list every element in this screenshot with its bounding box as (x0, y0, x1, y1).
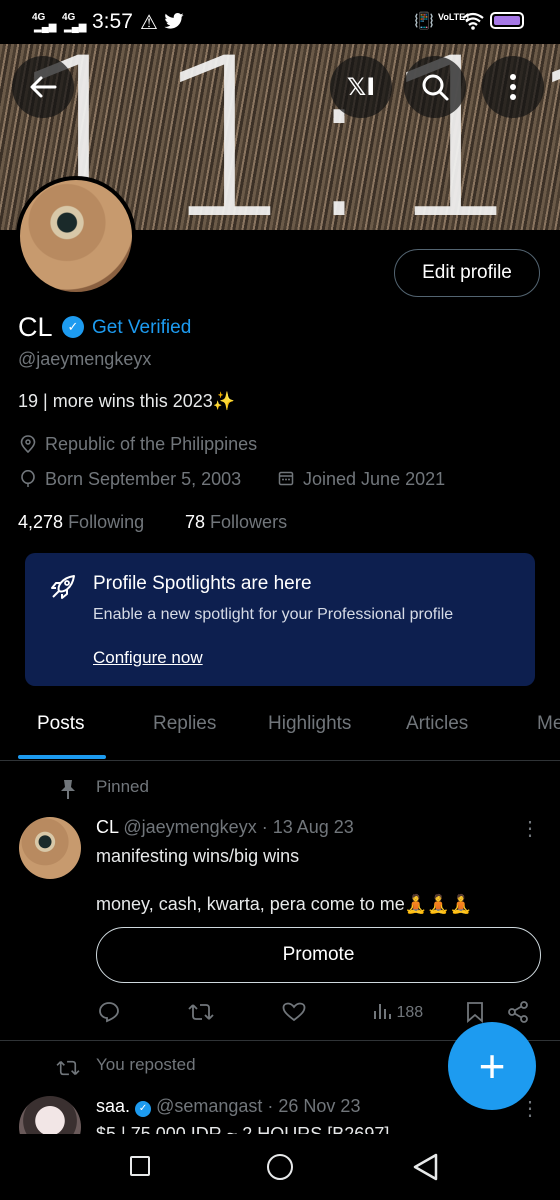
post-text-line-1: manifesting wins/big wins (96, 846, 300, 866)
back-triangle-icon[interactable] (412, 1152, 440, 1182)
share-icon[interactable] (506, 1000, 530, 1024)
more-options-button[interactable] (482, 56, 544, 118)
repost-author-name[interactable]: saa. (96, 1096, 130, 1116)
profile-name: CL (18, 312, 53, 342)
profile-bio: 19 | more wins this 2023✨ (18, 391, 236, 411)
followers-link[interactable]: 78 Followers (185, 512, 287, 533)
location-pin-icon (20, 435, 36, 453)
repost-indicator-icon (56, 1060, 80, 1076)
vibrate-icon: 📳 (414, 13, 434, 30)
views-count: 188 (396, 1004, 424, 1021)
wifi-icon (462, 12, 484, 30)
spotlight-card: Profile Spotlights are here Enable a new… (25, 553, 535, 686)
signal-1-icon: ▂▄▆ (34, 22, 57, 33)
following-label: Following (68, 512, 145, 532)
recents-square-icon[interactable] (130, 1156, 150, 1176)
reposted-label: You reposted (96, 1055, 196, 1074)
promote-button[interactable]: Promote (96, 927, 541, 983)
grok-button[interactable]: 𝕏I (330, 56, 392, 118)
post-text-line-2: money, cash, kwarta, pera come to me🧘🧘🧘 (96, 894, 473, 914)
profile-handle: @jaeymengkeyx (18, 349, 152, 369)
repost-header: saa. ✓ @semangast · 26 Nov 23 (96, 1096, 360, 1117)
profile-birthday: Born September 5, 2003 (45, 469, 242, 489)
repost-more-icon[interactable]: ⋮ (520, 1096, 540, 1121)
views-chart-icon (374, 1004, 391, 1019)
tab-media[interactable]: Me (537, 713, 560, 735)
kebab-menu-icon (510, 74, 516, 100)
status-bar: 4G ▂▄▆ 4G ▂▄▆ 3:57 ⚠ 📳 VoLTE1 (0, 0, 560, 44)
edit-profile-button[interactable]: Edit profile (394, 249, 540, 297)
repost-verified-icon: ✓ (135, 1101, 152, 1117)
repost-icon[interactable] (188, 1001, 214, 1023)
plus-icon: + (478, 1040, 506, 1092)
repost-date: · 26 Nov 23 (267, 1096, 361, 1116)
verified-badge-icon: ✓ (62, 316, 84, 338)
post-author-name[interactable]: CL (96, 817, 118, 837)
pin-icon (61, 780, 75, 799)
tab-posts[interactable]: Posts (37, 713, 85, 735)
spotlight-title: Profile Spotlights are here (93, 573, 312, 594)
post-date: · 13 Aug 23 (261, 817, 354, 837)
post-author-avatar[interactable] (19, 817, 81, 879)
bookmark-icon[interactable] (466, 1001, 484, 1023)
following-count: 4,278 (18, 512, 64, 532)
repost-text-preview: $5 | 75.000 IDR ~ 2 HOURS [B2697] (96, 1124, 390, 1134)
tab-replies[interactable]: Replies (153, 713, 216, 735)
balloon-icon (21, 470, 35, 487)
post-author-handle: @jaeymengkeyx (123, 817, 257, 837)
home-circle-icon[interactable] (267, 1154, 293, 1180)
reply-icon[interactable] (98, 1001, 120, 1023)
profile-joined: Joined June 2021 (303, 469, 446, 489)
signal-2-icon: ▂▄▆ (64, 22, 87, 33)
tab-articles[interactable]: Articles (406, 713, 468, 735)
post-header: CL @jaeymengkeyx · 13 Aug 23 (96, 817, 354, 838)
views-stat[interactable]: 188 (372, 1001, 423, 1022)
status-time: 3:57 (92, 10, 133, 33)
system-nav-bar (0, 1134, 560, 1200)
arrow-left-icon (30, 76, 57, 98)
tab-highlights[interactable]: Highlights (268, 713, 351, 735)
pinned-label: Pinned (96, 777, 149, 796)
grok-icon: 𝕏I (346, 73, 376, 101)
spotlight-subtitle: Enable a new spotlight for your Professi… (93, 606, 454, 623)
tabs-divider (0, 760, 560, 761)
search-button[interactable] (404, 56, 466, 118)
profile-avatar[interactable] (16, 176, 136, 296)
search-icon (422, 74, 449, 101)
configure-now-link[interactable]: Configure now (93, 648, 203, 668)
calendar-icon (278, 471, 294, 486)
followers-count: 78 (185, 512, 206, 532)
twitter-bird-icon (164, 13, 184, 29)
active-tab-indicator (18, 755, 106, 759)
back-button[interactable] (12, 56, 74, 118)
like-heart-icon[interactable] (282, 1002, 306, 1022)
repost-author-handle: @semangast (156, 1096, 263, 1116)
battery-icon (490, 12, 524, 29)
warning-icon: ⚠ (140, 12, 158, 34)
followers-label: Followers (210, 512, 288, 532)
compose-post-button[interactable]: + (448, 1022, 536, 1110)
get-verified-link[interactable]: Get Verified (92, 317, 191, 339)
profile-location: Republic of the Philippines (45, 434, 258, 454)
following-link[interactable]: 4,278 Following (18, 512, 144, 533)
rocket-icon (51, 575, 75, 599)
post-more-icon[interactable]: ⋮ (520, 816, 540, 841)
